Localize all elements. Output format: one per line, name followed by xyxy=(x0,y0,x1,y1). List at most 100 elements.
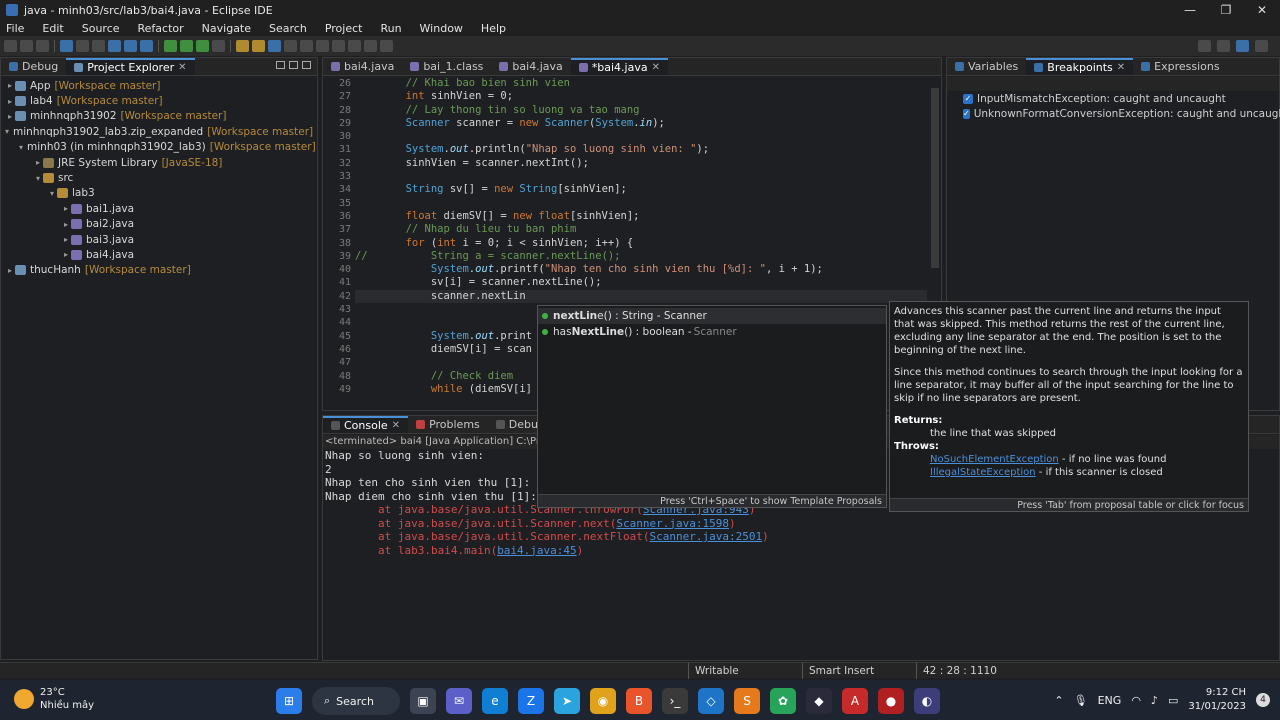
proposal-item[interactable]: nextLin e() : String - Scanner xyxy=(538,308,886,324)
tab-variables[interactable]: Variables xyxy=(947,58,1026,75)
back-icon[interactable] xyxy=(348,40,361,52)
code-line[interactable]: sinhVien = scanner.nextInt(); xyxy=(355,157,927,170)
code-line[interactable] xyxy=(355,170,927,183)
tree-item[interactable]: ▸ JRE System Library [JavaSE-18] xyxy=(5,155,313,170)
code-line[interactable]: Scanner scanner = new Scanner(System.in)… xyxy=(355,117,927,130)
editor-tab[interactable]: bai_1.class xyxy=(402,58,491,75)
notification-badge[interactable]: 4 xyxy=(1256,693,1270,707)
exception-link[interactable]: NoSuchElementException xyxy=(930,454,1059,465)
chevron-down-icon[interactable]: ▾ xyxy=(33,174,43,183)
tree-item[interactable]: ▾ minhnqph31902_lab3.zip_expanded [Workspa… xyxy=(5,124,313,139)
tab-debug[interactable]: Debug xyxy=(1,58,66,75)
code-line[interactable]: String sv[] = new String[sinhVien]; xyxy=(355,183,927,196)
last-edit-icon[interactable] xyxy=(332,40,345,52)
next-annotation-icon[interactable] xyxy=(300,40,313,52)
menu-project[interactable]: Project xyxy=(325,22,363,35)
checkbox[interactable]: ✓ xyxy=(963,108,970,119)
stacktrace-link[interactable]: Scanner.java:1598 xyxy=(616,517,729,530)
external-tools-icon[interactable] xyxy=(212,40,225,52)
breakpoint-row[interactable]: ✓ InputMismatchException: caught and unca… xyxy=(947,91,1279,106)
vscode-icon[interactable]: ◇ xyxy=(698,688,724,714)
menu-file[interactable]: File xyxy=(6,22,24,35)
menu-edit[interactable]: Edit xyxy=(42,22,63,35)
chevron-right-icon[interactable]: ▸ xyxy=(61,235,71,244)
close-tab-icon[interactable]: ✕ xyxy=(652,62,660,73)
stacktrace-link[interactable]: Scanner.java:2501 xyxy=(650,530,763,543)
checkbox[interactable]: ✓ xyxy=(963,93,973,104)
tree-item[interactable]: ▸ bai1.java xyxy=(5,201,313,216)
tab-expressions[interactable]: Expressions xyxy=(1133,58,1227,75)
collapse-all-icon[interactable] xyxy=(276,61,285,69)
chevron-right-icon[interactable]: ▸ xyxy=(5,266,15,275)
menu-help[interactable]: Help xyxy=(481,22,506,35)
chevron-right-icon[interactable]: ▸ xyxy=(5,112,15,121)
search-icon[interactable] xyxy=(252,40,265,52)
java-perspective-icon[interactable] xyxy=(1255,40,1268,52)
editor-tab[interactable]: *bai4.java ✕ xyxy=(570,58,668,75)
wifi-icon[interactable]: ◠ xyxy=(1131,694,1141,707)
toggle-mark-occurrences-icon[interactable] xyxy=(268,40,281,52)
save-icon[interactable] xyxy=(20,40,33,52)
debug-icon[interactable] xyxy=(164,40,177,52)
chevron-right-icon[interactable]: ▸ xyxy=(5,81,15,90)
minimize-icon[interactable]: — xyxy=(1172,0,1208,20)
tree-item[interactable]: ▾ minh03 (in minhnqph31902_lab3) [Workspac… xyxy=(5,140,316,155)
menu-search[interactable]: Search xyxy=(269,22,307,35)
code-line[interactable]: int sinhVien = 0; xyxy=(355,90,927,103)
show-whitespace-icon[interactable] xyxy=(284,40,297,52)
suspend-icon[interactable] xyxy=(76,40,89,52)
app-pink-icon[interactable]: ◆ xyxy=(806,688,832,714)
code-line[interactable]: // Nhap du lieu tu ban phim xyxy=(355,223,927,236)
menu-window[interactable]: Window xyxy=(420,22,463,35)
coverage-icon[interactable] xyxy=(196,40,209,52)
status-cursor-position[interactable]: 42 : 28 : 1110 xyxy=(916,663,1026,679)
previous-annotation-icon[interactable] xyxy=(316,40,329,52)
brave-icon[interactable]: B xyxy=(626,688,652,714)
chevron-right-icon[interactable]: ▸ xyxy=(61,204,71,213)
clock[interactable]: 9:12 CH 31/01/2023 xyxy=(1188,686,1246,714)
close-tab-icon[interactable]: ✕ xyxy=(392,420,400,431)
chevron-down-icon[interactable]: ▾ xyxy=(19,143,23,152)
minimize-view-icon[interactable] xyxy=(302,61,311,69)
tree-item[interactable]: ▸ bai2.java xyxy=(5,217,313,232)
tree-item[interactable]: ▸ minhnqph31902 [Workspace master] xyxy=(5,109,313,124)
tree-item[interactable]: ▸ bai4.java xyxy=(5,247,313,262)
code-line[interactable]: sv[i] = scanner.nextLine(); xyxy=(355,276,927,289)
chevron-right-icon[interactable]: ▸ xyxy=(33,158,43,167)
save-all-icon[interactable] xyxy=(36,40,49,52)
exception-link[interactable]: IllegalStateException xyxy=(930,467,1036,478)
step-into-icon[interactable] xyxy=(108,40,121,52)
tree-item[interactable]: ▸ lab4 [Workspace master] xyxy=(5,93,313,108)
start-icon[interactable]: ⊞ xyxy=(276,688,302,714)
tree-item[interactable]: ▸ App [Workspace master] xyxy=(5,78,313,93)
tree-item[interactable]: ▾ src xyxy=(5,170,313,185)
menu-source[interactable]: Source xyxy=(82,22,120,35)
code-line[interactable] xyxy=(355,197,927,210)
perspective-icon[interactable] xyxy=(1217,40,1230,52)
weather-widget[interactable]: 23°C Nhiều mây xyxy=(14,686,94,712)
restore-icon[interactable]: ❐ xyxy=(1208,0,1244,20)
forward-icon[interactable] xyxy=(364,40,377,52)
run-icon[interactable] xyxy=(180,40,193,52)
breakpoint-row[interactable]: ✓ UnknownFormatConversionException: caugh… xyxy=(947,106,1280,121)
code-line[interactable]: // String a = scanner.nextLine(); xyxy=(355,250,927,263)
code-line[interactable]: float diemSV[] = new float[sinhVien]; xyxy=(355,210,927,223)
debug-perspective-icon[interactable] xyxy=(1236,40,1249,52)
menu-run[interactable]: Run xyxy=(380,22,401,35)
tree-item[interactable]: ▾ lab3 xyxy=(5,186,313,201)
sublime-icon[interactable]: S xyxy=(734,688,760,714)
eclipse-taskbar-icon[interactable]: ◐ xyxy=(914,688,940,714)
stacktrace-link[interactable]: bai4.java:45 xyxy=(497,544,576,557)
step-return-icon[interactable] xyxy=(140,40,153,52)
open-type-icon[interactable] xyxy=(236,40,249,52)
terminal-icon[interactable]: ›_ xyxy=(662,688,688,714)
menu-navigate[interactable]: Navigate xyxy=(202,22,251,35)
chrome-icon[interactable]: ◉ xyxy=(590,688,616,714)
tree-item[interactable]: ▸ bai3.java xyxy=(5,232,313,247)
editor-tab[interactable]: bai4.java xyxy=(491,58,570,75)
microphone-icon[interactable]: 🎙 xyxy=(1074,694,1088,707)
close-tab-icon[interactable]: ✕ xyxy=(178,62,186,73)
close-icon[interactable]: ✕ xyxy=(1244,0,1280,20)
volume-icon[interactable]: ♪ xyxy=(1151,694,1158,707)
app-green-icon[interactable]: ✿ xyxy=(770,688,796,714)
